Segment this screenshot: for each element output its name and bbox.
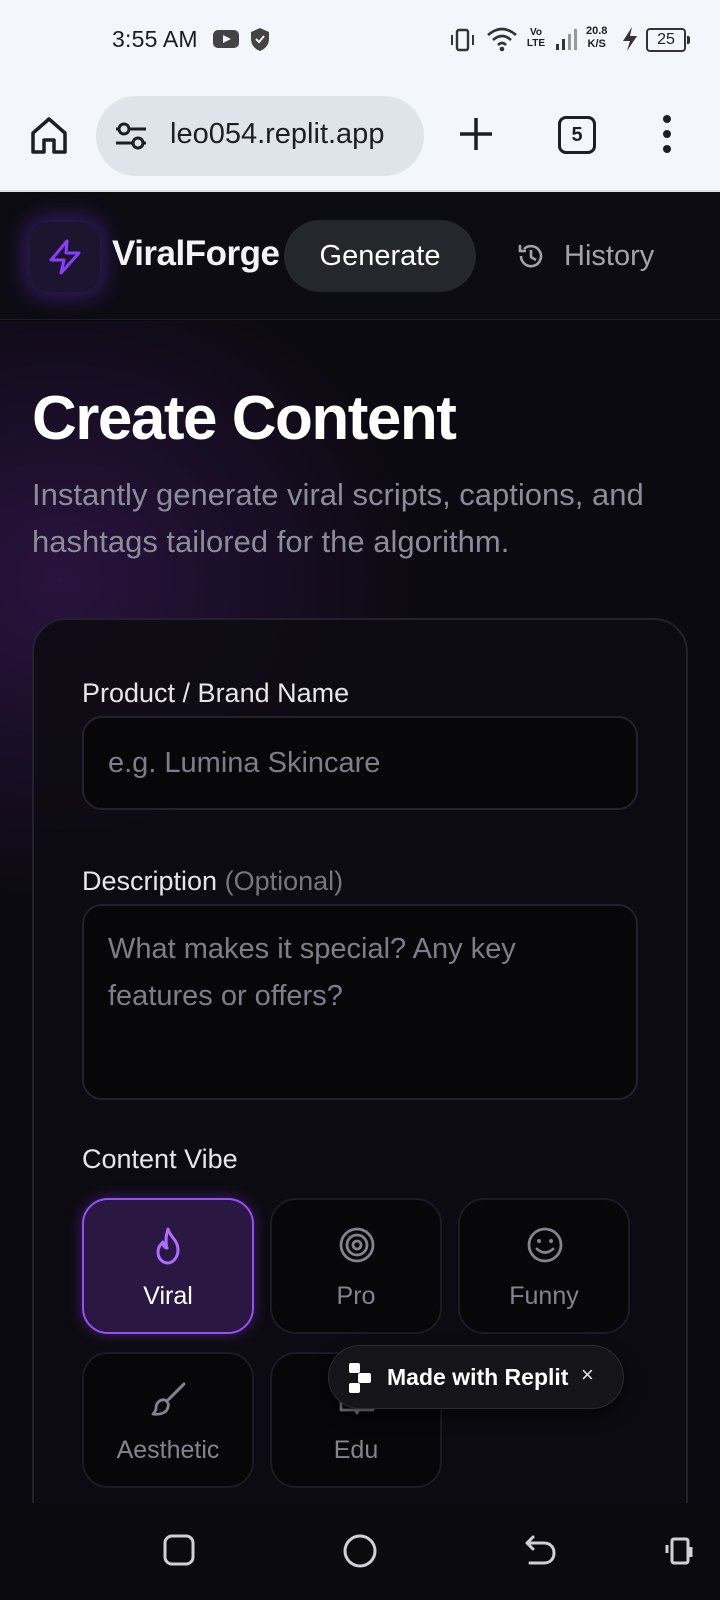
badge-text: Made with Replit bbox=[387, 1364, 569, 1390]
status-time: 3:55 AM bbox=[112, 26, 198, 52]
vibe-label: Edu bbox=[333, 1436, 379, 1464]
nav-history-label: History bbox=[564, 240, 655, 272]
speed-unit: K/S bbox=[587, 38, 606, 50]
browser-toolbar: leo054.replit.app 5 bbox=[0, 82, 720, 192]
vibe-label: Funny bbox=[509, 1282, 579, 1310]
made-with-replit-badge[interactable]: Made with Replit × bbox=[328, 1345, 624, 1409]
wifi-icon bbox=[486, 26, 518, 57]
system-nav-bar bbox=[0, 1503, 720, 1600]
product-name-input[interactable]: e.g. Lumina Skincare bbox=[82, 716, 638, 810]
vibe-option-viral[interactable]: Viral bbox=[82, 1198, 254, 1334]
charging-icon bbox=[620, 26, 640, 57]
content-vibe-label: Content Vibe bbox=[82, 1144, 238, 1174]
more-options-icon[interactable] bbox=[660, 112, 674, 161]
signal-icon bbox=[554, 26, 580, 57]
product-label: Product / Brand Name bbox=[82, 678, 350, 708]
close-icon[interactable]: × bbox=[581, 1362, 594, 1388]
speed-value: 20.8 bbox=[586, 25, 608, 37]
logo[interactable] bbox=[30, 222, 100, 292]
description-textarea[interactable]: What makes it special? Any key features … bbox=[82, 904, 638, 1100]
network-type: Vo LTE bbox=[526, 27, 546, 49]
back-icon[interactable] bbox=[522, 1533, 558, 1572]
nav-history-link[interactable]: History bbox=[516, 220, 654, 292]
tab-switcher-button[interactable]: 5 bbox=[558, 116, 596, 154]
recents-icon[interactable] bbox=[162, 1533, 196, 1572]
network-speed: 20.8 K/S bbox=[586, 25, 607, 51]
home-nav-icon[interactable] bbox=[342, 1533, 378, 1574]
lightning-icon bbox=[49, 239, 81, 275]
rotate-icon[interactable] bbox=[664, 1533, 694, 1572]
replit-logo-icon bbox=[347, 1362, 373, 1399]
new-tab-icon[interactable] bbox=[456, 114, 496, 159]
page-subtitle: Instantly generate viral scripts, captio… bbox=[32, 477, 644, 559]
nav-generate-button[interactable]: Generate bbox=[284, 220, 476, 292]
vibrate-icon bbox=[448, 26, 476, 59]
vibe-option-pro[interactable]: Pro bbox=[270, 1198, 442, 1334]
smile-icon bbox=[526, 1226, 564, 1269]
url-text[interactable]: leo054.replit.app bbox=[170, 118, 416, 154]
battery-indicator: 25 bbox=[646, 28, 690, 52]
shield-icon bbox=[248, 26, 272, 57]
flame-icon bbox=[150, 1226, 186, 1271]
target-icon bbox=[338, 1226, 376, 1269]
optional-tag: (Optional) bbox=[224, 866, 344, 896]
address-bar[interactable]: leo054.replit.app bbox=[96, 96, 424, 176]
site-settings-icon[interactable] bbox=[114, 120, 148, 157]
home-icon[interactable] bbox=[26, 112, 72, 158]
youtube-icon bbox=[212, 26, 240, 57]
brand-name[interactable]: ViralForge bbox=[112, 234, 280, 274]
vibe-label: Viral bbox=[143, 1282, 193, 1310]
app-header: ViralForge Generate History bbox=[0, 194, 720, 320]
history-icon bbox=[518, 244, 543, 268]
status-bar: 3:55 AM Vo LTE 20.8 K/S 25 bbox=[0, 0, 720, 82]
vibe-option-aesthetic[interactable]: Aesthetic bbox=[82, 1352, 254, 1488]
description-label: Description (Optional) bbox=[82, 866, 343, 897]
vibe-option-funny[interactable]: Funny bbox=[458, 1198, 630, 1334]
description-label-text: Description bbox=[82, 866, 218, 896]
main-content: Create Content Instantly generate viral … bbox=[0, 321, 720, 1503]
brush-icon bbox=[150, 1380, 188, 1423]
vibe-label: Aesthetic bbox=[116, 1436, 220, 1464]
vibe-label: Pro bbox=[336, 1282, 376, 1310]
page-title: Create Content bbox=[32, 384, 457, 453]
